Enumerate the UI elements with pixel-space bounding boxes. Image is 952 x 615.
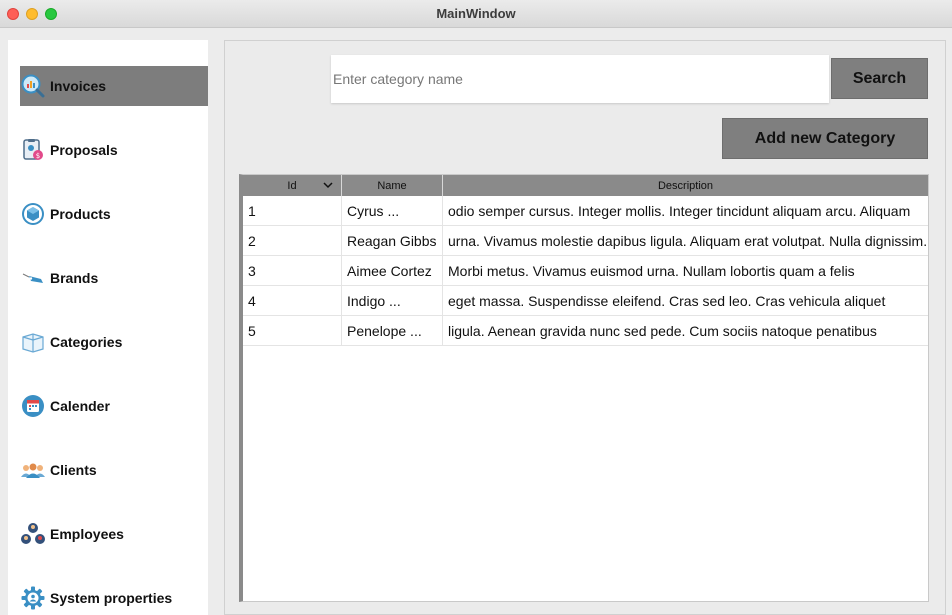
gear-icon — [21, 586, 45, 610]
search-input[interactable] — [331, 55, 829, 103]
column-header-id[interactable]: Id — [243, 175, 342, 196]
cell-id: 1 — [243, 196, 342, 225]
sidebar-item-label: Products — [50, 206, 111, 222]
svg-text:$: $ — [36, 152, 40, 160]
cell-description: eget massa. Suspendisse eleifend. Cras s… — [448, 292, 886, 309]
sidebar-item-employees[interactable]: Employees — [20, 514, 208, 554]
cell-description: Morbi metus. Vivamus euismod urna. Nulla… — [448, 262, 855, 279]
column-header-name[interactable]: Name — [342, 175, 443, 196]
products-icon — [21, 202, 45, 226]
sidebar-item-label: Calender — [50, 398, 110, 414]
calendar-icon — [21, 394, 45, 418]
window-title: MainWindow — [436, 6, 516, 21]
sidebar-item-categories[interactable]: Categories — [20, 322, 208, 362]
column-header-label: Name — [377, 179, 407, 192]
proposals-icon: $ — [21, 138, 45, 162]
sidebar-item-clients[interactable]: Clients — [20, 450, 208, 490]
cell-name: Reagan Gibbs — [342, 226, 443, 255]
sidebar-item-label: Brands — [50, 270, 99, 286]
sidebar-item-system-properties[interactable]: System properties — [20, 578, 208, 615]
invoices-icon — [21, 74, 45, 98]
table-row[interactable]: 5 Penelope ... ligula. Aenean gravida nu… — [243, 316, 928, 346]
sidebar: Invoices $ Proposals Products Brands Cat… — [8, 40, 208, 615]
sidebar-item-calender[interactable]: Calender — [20, 386, 208, 426]
table-header: Id Name Description — [243, 175, 928, 196]
sidebar-item-proposals[interactable]: $ Proposals — [20, 130, 208, 170]
sidebar-item-label: Proposals — [50, 142, 118, 158]
add-category-button[interactable]: Add new Category — [722, 118, 928, 159]
column-header-description[interactable]: Description — [443, 175, 928, 196]
sidebar-item-products[interactable]: Products — [20, 194, 208, 234]
table-row[interactable]: 3 Aimee Cortez Morbi metus. Vivamus euis… — [243, 256, 928, 286]
brands-icon — [21, 266, 45, 290]
cell-name: Cyrus ... — [342, 196, 443, 225]
cell-description: urna. Vivamus molestie dapibus ligula. A… — [448, 232, 928, 249]
column-header-label: Id — [287, 179, 297, 192]
table-row[interactable]: 4 Indigo ... eget massa. Suspendisse ele… — [243, 286, 928, 316]
chevron-down-icon — [323, 182, 333, 189]
clients-icon — [21, 458, 45, 482]
table-row[interactable]: 2 Reagan Gibbs urna. Vivamus molestie da… — [243, 226, 928, 256]
cell-id: 5 — [243, 316, 342, 345]
sidebar-item-label: Employees — [50, 526, 124, 542]
categories-table: Id Name Description 1 Cyrus ... odio sem… — [239, 174, 929, 602]
column-header-label: Description — [657, 179, 714, 192]
table-body: 1 Cyrus ... odio semper cursus. Integer … — [243, 196, 928, 346]
sidebar-item-label: System properties — [50, 590, 173, 606]
cell-name: Indigo ... — [342, 286, 443, 315]
cell-id: 4 — [243, 286, 342, 315]
table-row[interactable]: 1 Cyrus ... odio semper cursus. Integer … — [243, 196, 928, 226]
cell-description: odio semper cursus. Integer mollis. Inte… — [448, 202, 911, 219]
title-bar: MainWindow — [0, 0, 952, 28]
sidebar-item-label: Categories — [50, 334, 123, 350]
cell-id: 3 — [243, 256, 342, 285]
sidebar-item-brands[interactable]: Brands — [20, 258, 208, 298]
categories-icon — [21, 330, 45, 354]
cell-description: ligula. Aenean gravida nunc sed pede. Cu… — [448, 322, 877, 339]
sidebar-item-label: Clients — [50, 462, 97, 478]
sidebar-item-label: Invoices — [50, 78, 107, 94]
search-button[interactable]: Search — [831, 58, 928, 99]
cell-id: 2 — [243, 226, 342, 255]
employees-icon — [21, 522, 45, 546]
cell-name: Aimee Cortez — [342, 256, 443, 285]
cell-name: Penelope ... — [342, 316, 443, 345]
sidebar-item-invoices[interactable]: Invoices — [20, 66, 208, 106]
